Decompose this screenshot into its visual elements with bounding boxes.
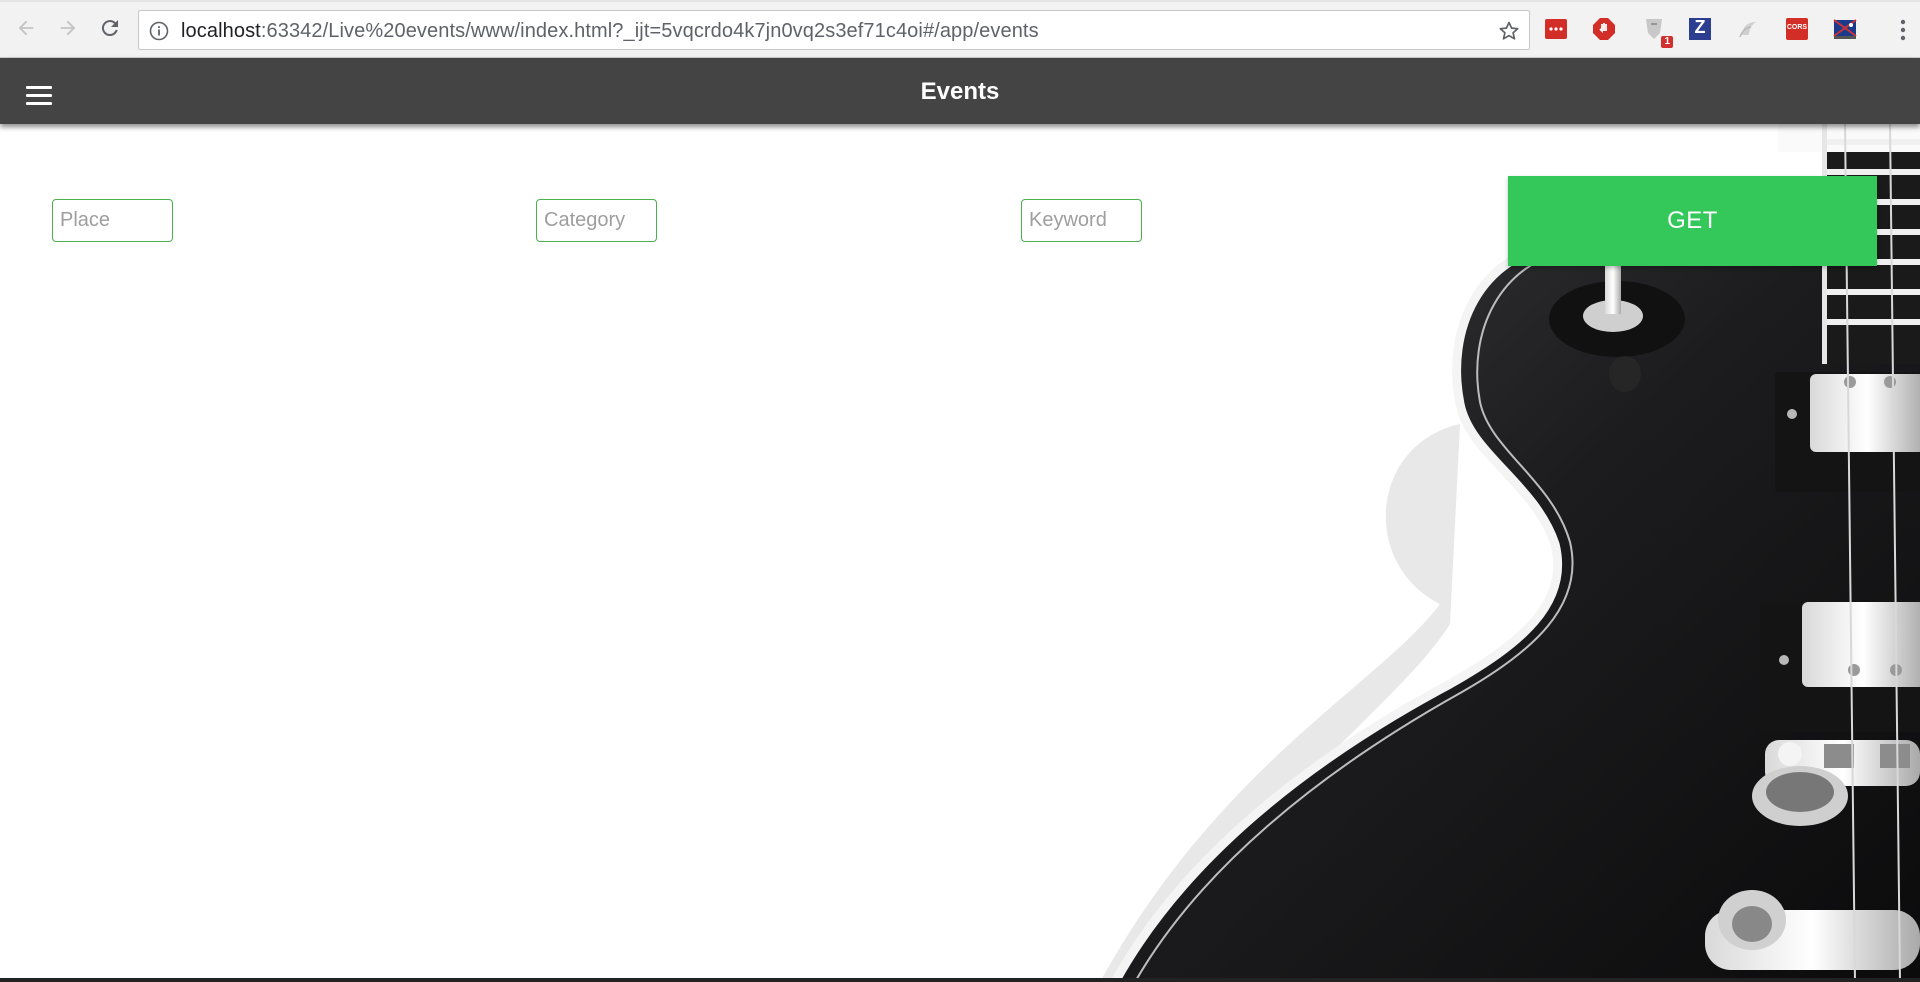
ghostery-badge: 1 [1661,36,1673,48]
window-bottom-edge [0,978,1920,982]
shadow-extension-icon[interactable] [1735,16,1761,42]
place-input[interactable] [52,199,173,242]
site-info-icon[interactable] [149,21,169,41]
adblock-icon[interactable] [1591,16,1617,42]
bookmark-star-icon[interactable] [1497,19,1521,43]
keyword-input[interactable] [1021,199,1142,242]
category-input[interactable] [536,199,657,242]
forward-icon[interactable] [52,12,84,44]
tab-strip-edge [0,0,1920,2]
zotero-icon[interactable]: Z [1687,16,1713,42]
page-title: Events [920,78,1000,105]
cors-label: CORS [1786,24,1808,31]
back-icon[interactable] [10,12,42,44]
events-page: GET [0,124,1920,982]
app-header: Events [0,58,1920,124]
url-text: localhost:63342/Live%20events/www/index.… [181,20,1039,43]
reload-icon[interactable] [94,12,126,44]
cors-icon[interactable]: CORS [1784,16,1810,42]
browser-toolbar: localhost:63342/Live%20events/www/index.… [0,0,1920,58]
flag-extension-icon[interactable] [1832,16,1858,42]
ghostery-icon[interactable]: 1 [1641,16,1673,48]
get-button[interactable]: GET [1508,176,1877,266]
zotero-letter: Z [1694,17,1706,37]
address-bar[interactable]: localhost:63342/Live%20events/www/index.… [138,10,1530,50]
browser-menu-icon[interactable] [1900,18,1906,42]
url-path: :63342/Live%20events/www/index.html?_ijt… [260,20,1039,42]
lastpass-icon[interactable] [1543,16,1569,42]
url-host: localhost [181,20,261,42]
